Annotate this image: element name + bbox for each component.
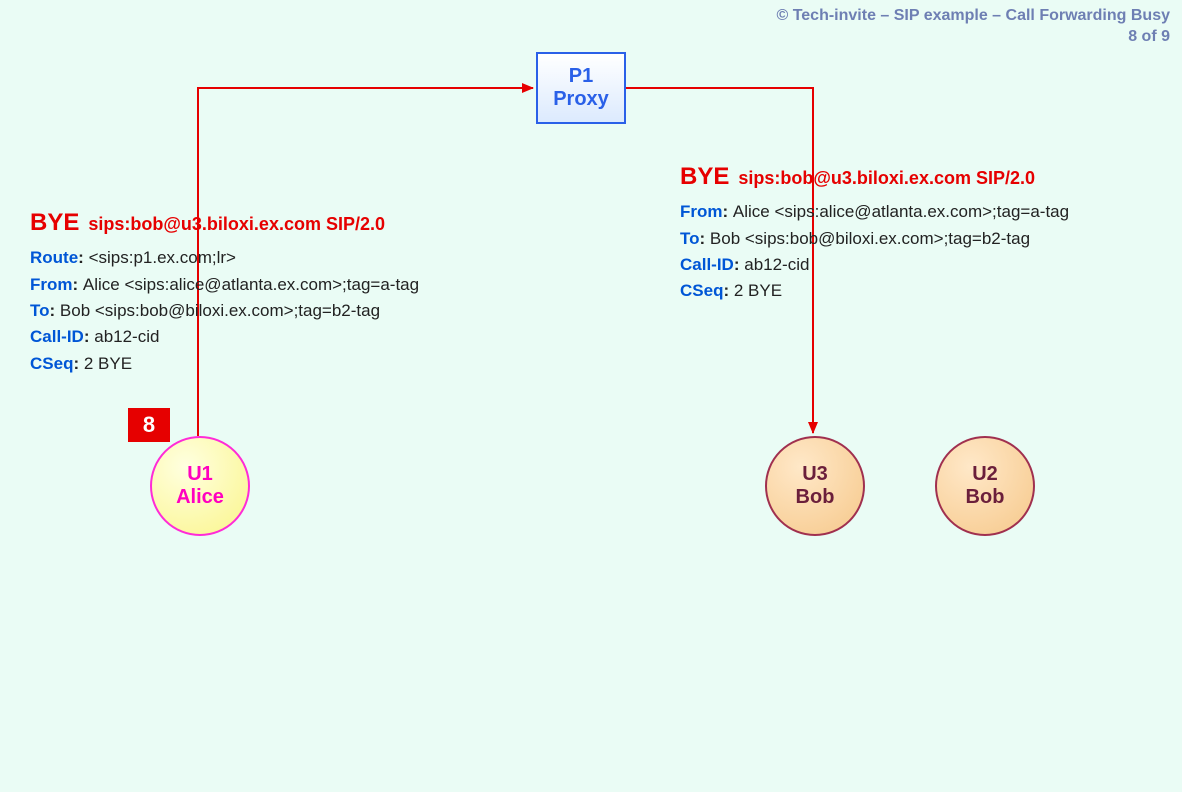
sip-header-value: Alice <sips:alice@atlanta.ex.com>;tag=a-… xyxy=(83,275,419,294)
sip-header-value: Bob <sips:bob@biloxi.ex.com>;tag=b2-tag xyxy=(60,301,380,320)
sip-header-separator: : xyxy=(73,275,83,294)
sip-header-value: 2 BYE xyxy=(84,354,132,373)
sip-header-separator: : xyxy=(84,327,94,346)
sip-header-row: From: Alice <sips:alice@atlanta.ex.com>;… xyxy=(30,272,510,298)
sip-header-separator: : xyxy=(78,248,88,267)
diagram-stage: © Tech-invite – SIP example – Call Forwa… xyxy=(0,0,1182,792)
sip-header-row: CSeq: 2 BYE xyxy=(30,351,510,377)
sip-header-value: ab12-cid xyxy=(94,327,159,346)
sip-header-row: To: Bob <sips:bob@biloxi.ex.com>;tag=b2-… xyxy=(30,298,510,324)
sip-header-value: ab12-cid xyxy=(744,255,809,274)
sip-header-row: To: Bob <sips:bob@biloxi.ex.com>;tag=b2-… xyxy=(680,226,1150,252)
sip-method-right: BYE xyxy=(680,163,729,190)
sip-header-separator: : xyxy=(73,354,83,373)
sip-request-uri-right: sips:bob@u3.biloxi.ex.com SIP/2.0 xyxy=(738,168,1035,188)
sip-request-line-left: BYE sips:bob@u3.biloxi.ex.com SIP/2.0 xyxy=(30,204,510,241)
sip-header-separator: : xyxy=(723,281,733,300)
proxy-label-1: P1 xyxy=(569,65,593,88)
sip-headers-left: Route: <sips:p1.ex.com;lr>From: Alice <s… xyxy=(30,245,510,377)
node-bob-u2-label-2: Bob xyxy=(966,486,1005,509)
sip-header-name: CSeq xyxy=(680,281,723,300)
copyright-block: © Tech-invite – SIP example – Call Forwa… xyxy=(776,6,1170,48)
sip-header-row: Route: <sips:p1.ex.com;lr> xyxy=(30,245,510,271)
sip-message-right: BYE sips:bob@u3.biloxi.ex.com SIP/2.0 Fr… xyxy=(680,158,1150,305)
sip-header-value: <sips:p1.ex.com;lr> xyxy=(89,248,236,267)
sip-header-name: To xyxy=(30,301,50,320)
sip-header-row: From: Alice <sips:alice@atlanta.ex.com>;… xyxy=(680,199,1150,225)
sip-method-left: BYE xyxy=(30,209,79,236)
sip-header-name: Call-ID xyxy=(30,327,84,346)
sip-header-separator: : xyxy=(734,255,744,274)
sip-header-name: From xyxy=(680,202,723,221)
sip-header-row: CSeq: 2 BYE xyxy=(680,278,1150,304)
node-bob-u2-label-1: U2 xyxy=(972,463,998,486)
sip-headers-right: From: Alice <sips:alice@atlanta.ex.com>;… xyxy=(680,199,1150,304)
sip-header-separator: : xyxy=(723,202,733,221)
node-bob-u3: U3 Bob xyxy=(765,436,865,536)
node-bob-u2: U2 Bob xyxy=(935,436,1035,536)
sip-header-separator: : xyxy=(50,301,60,320)
sip-header-value: Bob <sips:bob@biloxi.ex.com>;tag=b2-tag xyxy=(710,229,1030,248)
node-alice-label-1: U1 xyxy=(187,463,213,486)
step-badge-number: 8 xyxy=(143,412,155,438)
proxy-label-2: Proxy xyxy=(553,88,609,111)
sip-header-name: To xyxy=(680,229,700,248)
proxy-node: P1 Proxy xyxy=(536,52,626,124)
node-bob-u3-label-1: U3 xyxy=(802,463,828,486)
sip-header-name: Route xyxy=(30,248,78,267)
sip-request-line-right: BYE sips:bob@u3.biloxi.ex.com SIP/2.0 xyxy=(680,158,1150,195)
sip-header-row: Call-ID: ab12-cid xyxy=(30,324,510,350)
node-bob-u3-label-2: Bob xyxy=(796,486,835,509)
node-alice-label-2: Alice xyxy=(176,486,224,509)
sip-message-left: BYE sips:bob@u3.biloxi.ex.com SIP/2.0 Ro… xyxy=(30,204,510,377)
sip-header-value: Alice <sips:alice@atlanta.ex.com>;tag=a-… xyxy=(733,202,1069,221)
sip-header-name: CSeq xyxy=(30,354,73,373)
sip-request-uri-left: sips:bob@u3.biloxi.ex.com SIP/2.0 xyxy=(88,214,385,234)
step-badge: 8 xyxy=(128,408,170,442)
sip-header-name: From xyxy=(30,275,73,294)
sip-header-value: 2 BYE xyxy=(734,281,782,300)
sip-header-separator: : xyxy=(700,229,710,248)
copyright-line-2: 8 of 9 xyxy=(776,27,1170,48)
node-alice: U1 Alice xyxy=(150,436,250,536)
copyright-line-1: © Tech-invite – SIP example – Call Forwa… xyxy=(776,6,1170,27)
sip-header-name: Call-ID xyxy=(680,255,734,274)
sip-header-row: Call-ID: ab12-cid xyxy=(680,252,1150,278)
